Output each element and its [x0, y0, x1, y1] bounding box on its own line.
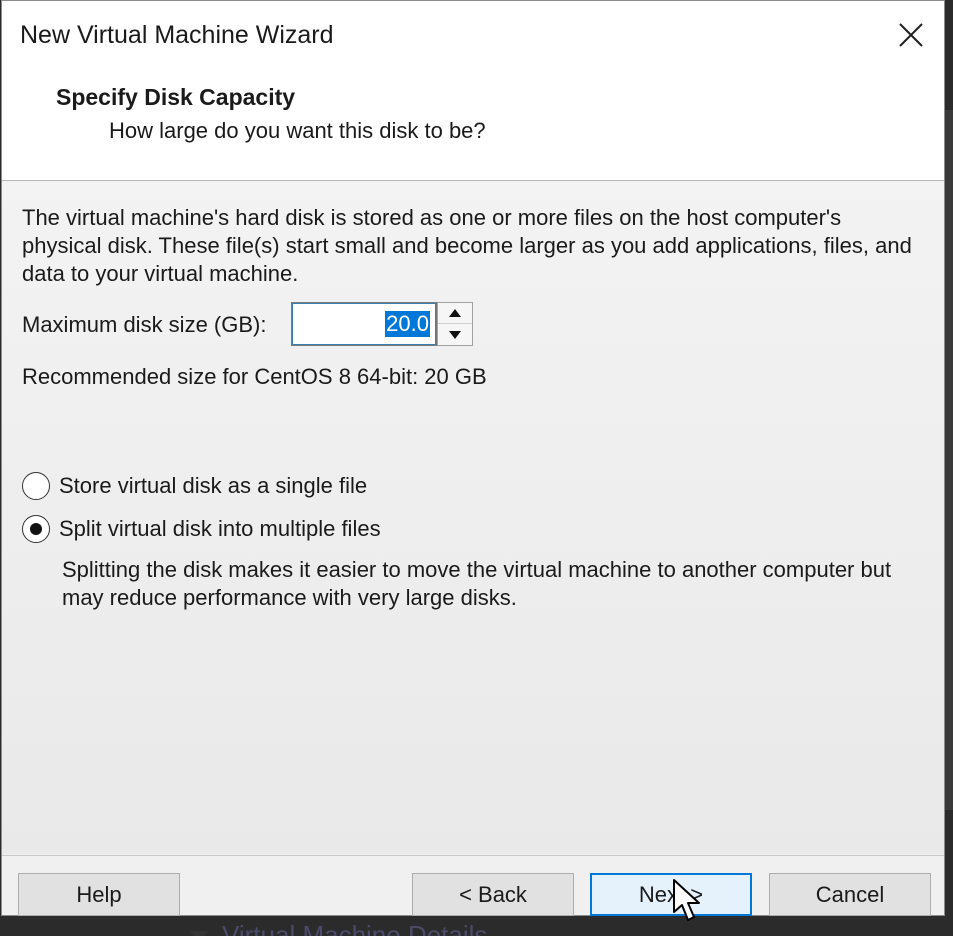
triangle-up-icon — [449, 309, 461, 317]
triangle-down-icon — [449, 330, 461, 339]
wizard-content: The virtual machine's hard disk is store… — [2, 182, 944, 854]
close-button[interactable] — [890, 15, 930, 55]
step-subtitle: How large do you want this disk to be? — [109, 118, 486, 143]
back-button[interactable]: < Back — [412, 873, 574, 916]
radio-selected-dot — [30, 523, 42, 535]
radio-label-single-file: Store virtual disk as a single file — [59, 473, 368, 498]
radio-single-file[interactable]: Store virtual disk as a single file — [22, 471, 367, 501]
step-title: Specify Disk Capacity — [56, 84, 296, 110]
radio-split-files[interactable]: Split virtual disk into multiple files — [22, 514, 381, 544]
wizard-window: New Virtual Machine Wizard Specify Disk … — [1, 0, 945, 916]
chevron-down-icon — [190, 931, 208, 936]
cancel-button[interactable]: Cancel — [769, 873, 931, 916]
background-app-section-header: Virtual Machine Details — [190, 915, 550, 936]
radio-label-split-files: Split virtual disk into multiple files — [59, 516, 381, 541]
help-button[interactable]: Help — [18, 873, 180, 916]
radio-button-single-file[interactable] — [22, 472, 50, 500]
next-button[interactable]: Next > — [590, 873, 752, 916]
spin-down-button[interactable] — [438, 324, 472, 345]
max-disk-size-value: 20.0 — [385, 311, 430, 337]
split-disk-note: Splitting the disk makes it easier to mo… — [62, 557, 892, 610]
recommended-size-text: Recommended size for CentOS 8 64-bit: 20… — [22, 364, 487, 389]
max-disk-size-label: Maximum disk size (GB): — [22, 312, 267, 337]
background-app-edge — [945, 110, 953, 810]
background-section-label: Virtual Machine Details — [222, 920, 488, 936]
window-title: New Virtual Machine Wizard — [20, 21, 334, 49]
disk-description: The virtual machine's hard disk is store… — [22, 205, 912, 286]
wizard-header: New Virtual Machine Wizard Specify Disk … — [2, 1, 944, 181]
spin-up-button[interactable] — [438, 303, 472, 324]
disk-size-spinner — [437, 302, 473, 346]
close-icon — [899, 23, 923, 47]
max-disk-size-input[interactable]: 20.0 — [291, 302, 437, 346]
wizard-footer: Help < Back Next > Cancel — [2, 855, 944, 916]
radio-button-split-files[interactable] — [22, 515, 50, 543]
